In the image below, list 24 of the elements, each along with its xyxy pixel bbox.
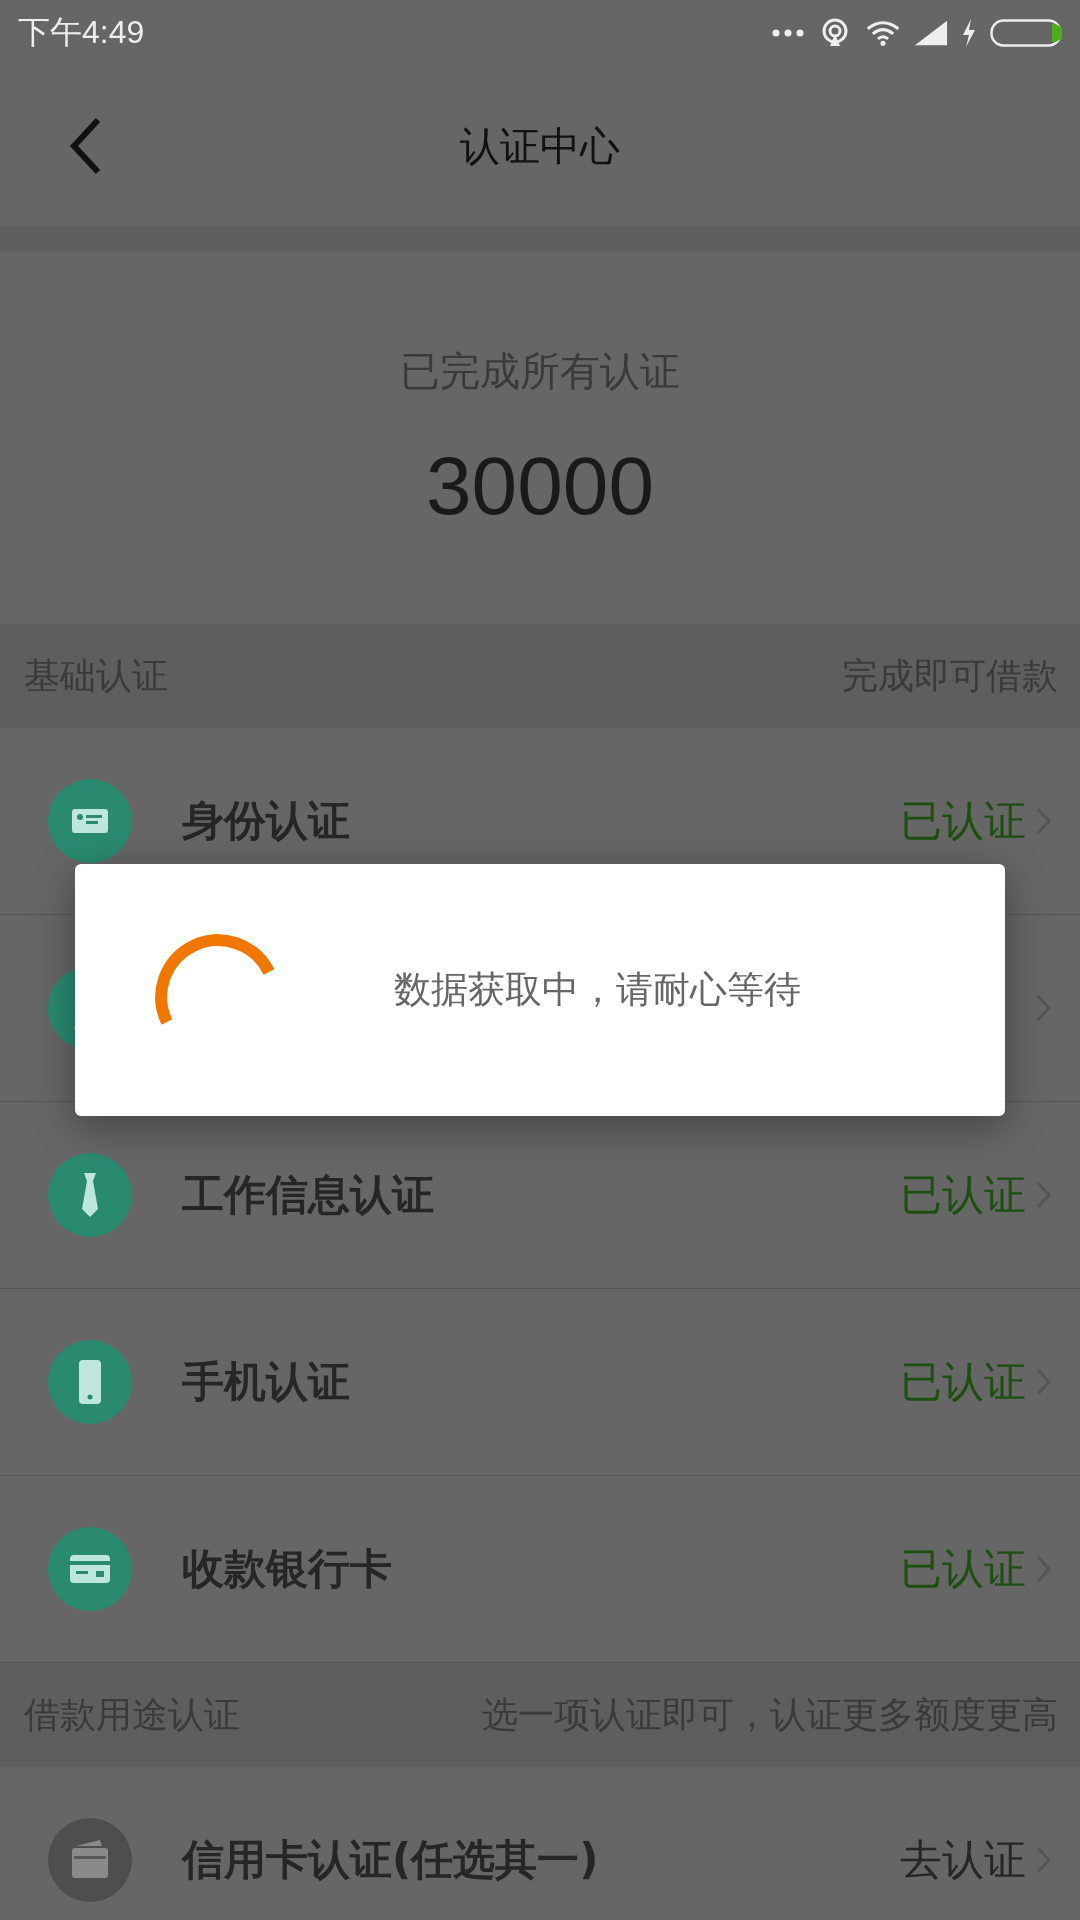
credit-amount: 30000 <box>426 438 654 533</box>
page-title: 认证中心 <box>459 121 621 171</box>
status-link[interactable]: 去认证 <box>900 1832 1026 1888</box>
card-icon <box>48 1818 132 1902</box>
battery-icon <box>990 19 1062 47</box>
item-title: 身份认证 <box>182 795 351 847</box>
status-link[interactable]: 已认证 <box>900 793 1026 849</box>
more-icon <box>772 29 804 37</box>
charging-icon <box>962 19 976 47</box>
item-title: 收款银行卡 <box>182 1543 393 1595</box>
phone-icon <box>48 1340 132 1424</box>
status-time: 下午4:49 <box>18 13 145 52</box>
id-card-icon <box>48 779 132 863</box>
status-link[interactable]: 已认证 <box>900 1167 1026 1223</box>
status-link[interactable]: 已认证 <box>900 1354 1026 1410</box>
bank-card-icon <box>48 1527 132 1611</box>
signal-icon <box>914 18 948 48</box>
loading-message: 数据获取中，请耐心等待 <box>392 967 802 1013</box>
wifi-icon <box>866 18 900 48</box>
item-title: 信用卡认证(任选其一) <box>182 1834 600 1886</box>
item-title: 手机认证 <box>182 1356 351 1408</box>
item-title: 工作信息认证 <box>182 1169 435 1221</box>
status-link[interactable]: 已认证 <box>900 1541 1026 1597</box>
tie-icon <box>48 1153 132 1237</box>
